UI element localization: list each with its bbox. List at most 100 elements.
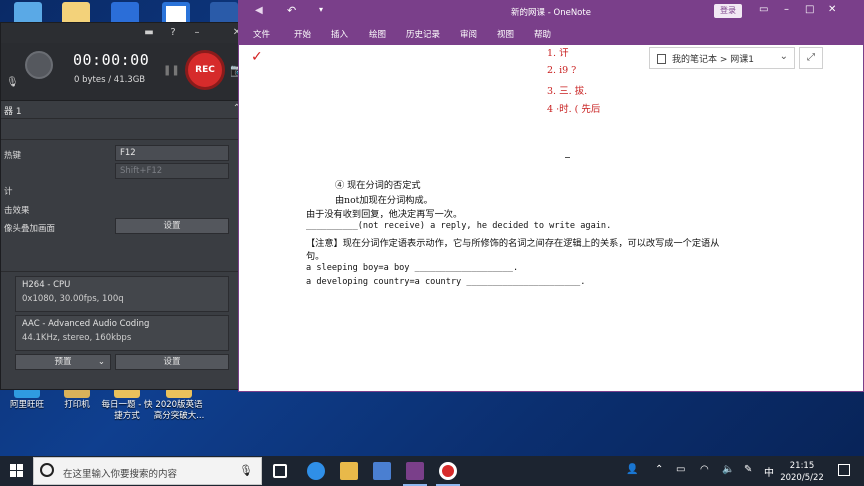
recorder-icon[interactable] bbox=[439, 462, 457, 480]
clock[interactable]: 21:15 2020/5/22 bbox=[780, 460, 824, 484]
audio-codec-box[interactable]: AAC - Advanced Audio Coding 44.1KHz, ste… bbox=[15, 315, 229, 351]
microphone-icon[interactable]: 🎙 bbox=[6, 77, 19, 88]
device-section-header[interactable]: 器 1 ⌃ bbox=[1, 101, 247, 119]
preset-dropdown[interactable]: 预置 ⌄ bbox=[15, 354, 111, 370]
search-icon bbox=[40, 463, 54, 477]
handwriting-line: 3. 三. 拔. bbox=[547, 86, 588, 97]
handwriting-line: 2. i9 ? bbox=[547, 65, 577, 76]
note-line[interactable]: 由not加现在分词构成。 bbox=[335, 192, 433, 206]
file-explorer-icon[interactable] bbox=[340, 462, 358, 480]
taskbar: 在这里输入你要搜索的内容 🎙 👤 ⌃ ▭ ◠ 🔈 ✎ 中 21:15 2020/… bbox=[0, 456, 864, 486]
minimize-icon[interactable]: – bbox=[191, 27, 203, 39]
menu-insert[interactable]: 插入 bbox=[331, 28, 348, 40]
notebook-icon bbox=[657, 54, 666, 64]
desktop-icon-label: 每日一题 - 快捷方式 bbox=[101, 400, 153, 421]
volume-icon[interactable]: 🔈 bbox=[722, 464, 734, 475]
pause-icon[interactable]: ❚❚ bbox=[163, 65, 180, 76]
record-timer: 00:00:00 bbox=[73, 51, 150, 69]
menu-draw[interactable]: 绘图 bbox=[369, 28, 386, 40]
desktop-icon-printer[interactable]: 打印机 bbox=[54, 388, 100, 411]
maximize-icon[interactable]: □ bbox=[805, 4, 814, 15]
audio-codec: AAC - Advanced Audio Coding bbox=[22, 319, 150, 329]
note-line[interactable]: a developing country=a country _________… bbox=[306, 277, 585, 287]
onenote-window: ◀ ↶ ▾ 新的网课 - OneNote 登录 ▭ – □ ✕ 文件 开始 插入… bbox=[238, 0, 864, 392]
desktop-icon-daily-question[interactable]: 每日一题 - 快捷方式 bbox=[100, 388, 154, 422]
clock-date: 2020/5/22 bbox=[780, 473, 824, 483]
chevron-down-icon: ⌄ bbox=[779, 51, 788, 62]
menu-help[interactable]: 帮助 bbox=[534, 28, 551, 40]
recorder-window: ▬ ? – ✕ 🎙 00:00:00 0 bytes / 41.3GB ❚❚ R… bbox=[0, 22, 248, 390]
record-size: 0 bytes / 41.3GB bbox=[74, 75, 146, 85]
video-detail: 0x1080, 30.00fps, 100q bbox=[22, 294, 124, 304]
menu-home[interactable]: 开始 bbox=[294, 28, 311, 40]
store-icon[interactable] bbox=[373, 462, 391, 480]
note-line[interactable]: __________(not receive) a reply, he deci… bbox=[306, 221, 611, 231]
handwriting-line: 4 ·时. ( 先后 bbox=[547, 104, 601, 115]
screen-capture-icon[interactable] bbox=[25, 51, 53, 79]
device-label: 器 1 bbox=[4, 107, 22, 117]
video-codec: H264 - CPU bbox=[22, 280, 71, 290]
record-button[interactable]: REC bbox=[185, 50, 225, 90]
hotkey-label: 热键 bbox=[4, 151, 22, 161]
menu-review[interactable]: 审阅 bbox=[460, 28, 477, 40]
note-line[interactable]: 【注意】现在分词作定语表示动作，它与所修饰的名词之间存在逻辑上的关系，可以改写成… bbox=[306, 235, 719, 249]
clock-time: 21:15 bbox=[789, 461, 815, 471]
divider bbox=[1, 271, 247, 272]
audio-detail: 44.1KHz, stereo, 160kbps bbox=[22, 333, 132, 343]
desktop-icon-label: 打印机 bbox=[64, 400, 90, 410]
menu-history[interactable]: 历史记录 bbox=[406, 28, 440, 40]
folder-icon[interactable]: ▬ bbox=[143, 27, 155, 39]
login-button[interactable]: 登录 bbox=[714, 4, 742, 18]
handwriting-line: 1. 讦 bbox=[547, 48, 569, 59]
codec-settings-button[interactable]: 设置 bbox=[115, 354, 229, 370]
overlay-settings-button[interactable]: 设置 bbox=[115, 218, 229, 234]
preset-label: 预置 bbox=[54, 357, 72, 367]
expand-button[interactable]: ⤢ bbox=[799, 47, 823, 69]
pen-icon[interactable]: ✎ bbox=[744, 464, 752, 475]
window-title: 新的网课 - OneNote bbox=[511, 8, 591, 18]
notebook-path: 我的笔记本 > 网课1 bbox=[672, 55, 754, 65]
edge-icon[interactable] bbox=[307, 462, 325, 480]
count-label: 计 bbox=[4, 187, 13, 197]
recorder-titlebar: ▬ ? – ✕ bbox=[1, 23, 247, 43]
ribbon-menu: 文件 开始 插入 绘图 历史记录 审阅 视图 帮助 bbox=[239, 23, 863, 45]
webcam-overlay-label: 像头叠加画面 bbox=[4, 224, 56, 234]
help-icon[interactable]: ? bbox=[167, 27, 179, 39]
video-codec-box[interactable]: H264 - CPU 0x1080, 30.00fps, 100q bbox=[15, 276, 229, 312]
menu-view[interactable]: 视图 bbox=[497, 28, 514, 40]
onenote-icon[interactable] bbox=[406, 462, 424, 480]
note-line[interactable]: a sleeping boy=a boy ___________________… bbox=[306, 263, 518, 273]
close-icon[interactable]: ✕ bbox=[828, 4, 836, 15]
hotkey-alt-field[interactable]: Shift+F12 bbox=[115, 163, 229, 179]
hotkey-field[interactable]: F12 bbox=[115, 145, 229, 161]
input-language[interactable]: 中 bbox=[764, 464, 774, 479]
microphone-icon[interactable]: 🎙 bbox=[239, 464, 253, 477]
battery-icon[interactable]: ▭ bbox=[676, 464, 685, 475]
chevron-down-icon: ⌄ bbox=[97, 357, 105, 367]
note-line[interactable]: 由于没有收到回复，他决定再写一次。 bbox=[306, 206, 462, 220]
menu-file[interactable]: 文件 bbox=[253, 28, 270, 40]
restore-ribbon-icon[interactable]: ▭ bbox=[759, 4, 768, 15]
people-icon[interactable]: 👤 bbox=[626, 464, 638, 475]
divider bbox=[1, 139, 247, 140]
note-line[interactable]: ④ 现在分词的否定式 bbox=[335, 177, 421, 191]
notification-icon[interactable] bbox=[838, 464, 850, 476]
onenote-titlebar: ◀ ↶ ▾ 新的网课 - OneNote 登录 ▭ – □ ✕ bbox=[239, 1, 863, 23]
windows-start-icon[interactable] bbox=[10, 464, 24, 478]
network-icon[interactable]: ◠ bbox=[700, 464, 709, 475]
search-placeholder: 在这里输入你要搜索的内容 bbox=[63, 469, 178, 480]
minimize-icon[interactable]: – bbox=[784, 4, 789, 15]
ink-dash bbox=[565, 157, 570, 158]
desktop-icon-aliwangwang[interactable]: 阿里旺旺 bbox=[4, 388, 50, 411]
chevron-up-icon[interactable]: ⌃ bbox=[655, 464, 663, 475]
click-effect-label: 击效果 bbox=[4, 206, 30, 216]
desktop-icon-english[interactable]: 2020版英语高分突破大... bbox=[152, 388, 206, 422]
desktop-icon-label: 2020版英语高分突破大... bbox=[153, 400, 205, 421]
ink-checkmark: ✓ bbox=[251, 49, 263, 65]
note-line[interactable]: 句。 bbox=[306, 248, 324, 262]
search-input[interactable]: 在这里输入你要搜索的内容 🎙 bbox=[33, 457, 262, 485]
desktop-icon-label: 阿里旺旺 bbox=[9, 400, 44, 410]
recorder-control-bar: 🎙 00:00:00 0 bytes / 41.3GB ❚❚ REC 📷 bbox=[1, 43, 247, 101]
task-view-icon[interactable] bbox=[273, 464, 287, 478]
notebook-navigator[interactable]: 我的笔记本 > 网课1 ⌄ bbox=[649, 47, 795, 69]
